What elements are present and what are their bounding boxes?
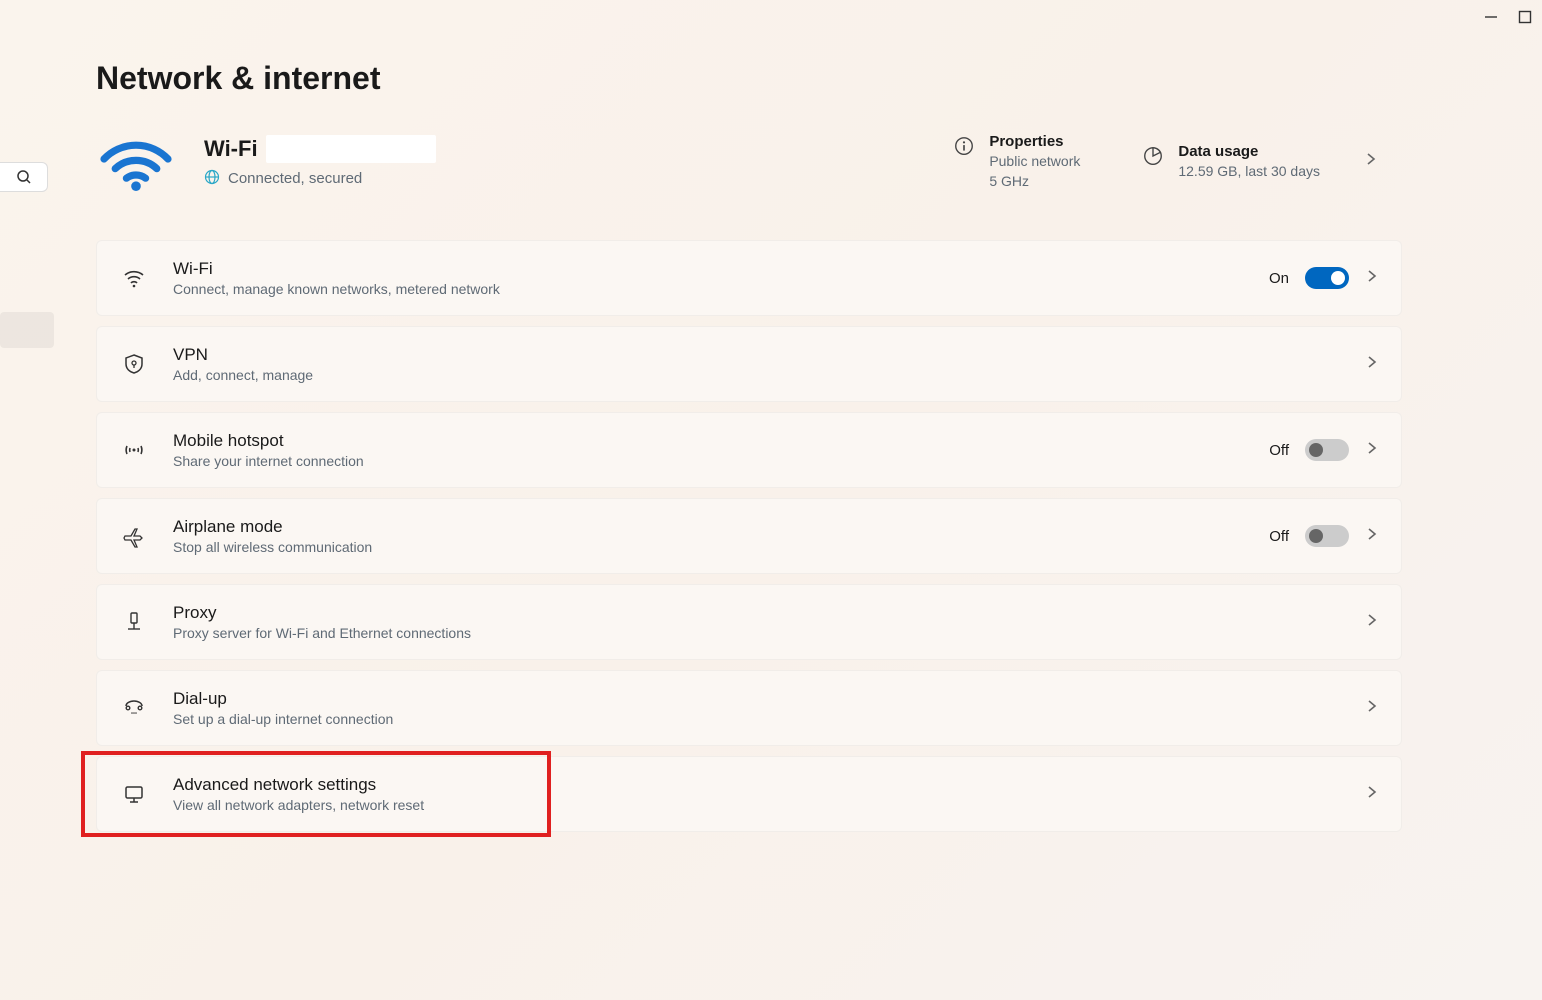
vpn-title: VPN — [173, 345, 1341, 365]
proxy-setting-row[interactable]: Proxy Proxy server for Wi-Fi and Etherne… — [96, 584, 1402, 660]
sidebar-selected-indicator — [0, 312, 54, 348]
vpn-setting-row[interactable]: VPN Add, connect, manage — [96, 326, 1402, 402]
chevron-right-icon — [1364, 152, 1378, 171]
data-usage-link[interactable]: Data usage 12.59 GB, last 30 days — [1118, 143, 1402, 180]
connection-status: Connected, secured — [228, 170, 362, 187]
chevron-right-icon — [1365, 613, 1379, 632]
maximize-button[interactable] — [1518, 10, 1532, 24]
wifi-large-icon — [96, 127, 176, 196]
properties-line2: 5 GHz — [989, 172, 1080, 190]
chevron-right-icon — [1365, 269, 1379, 288]
airplane-toggle[interactable] — [1305, 525, 1349, 547]
advanced-network-row[interactable]: Advanced network settings View all netwo… — [96, 756, 1402, 832]
chevron-right-icon — [1365, 699, 1379, 718]
dialup-sub: Set up a dial-up internet connection — [173, 711, 1341, 727]
data-usage-title: Data usage — [1178, 143, 1320, 160]
hotspot-icon — [119, 438, 149, 462]
wifi-icon — [119, 266, 149, 290]
globe-icon — [204, 169, 220, 189]
dialup-title: Dial-up — [173, 689, 1341, 709]
search-icon — [16, 169, 32, 185]
wifi-setting-row[interactable]: Wi-Fi Connect, manage known networks, me… — [96, 240, 1402, 316]
airplane-icon — [119, 524, 149, 548]
properties-title: Properties — [989, 133, 1080, 150]
vpn-sub: Add, connect, manage — [173, 367, 1341, 383]
chevron-right-icon — [1365, 355, 1379, 374]
minimize-button[interactable] — [1484, 10, 1498, 24]
dialup-icon — [119, 696, 149, 720]
connection-name: Wi-Fi — [204, 136, 258, 162]
airplane-toggle-label: Off — [1269, 528, 1289, 545]
dialup-setting-row[interactable]: Dial-up Set up a dial-up internet connec… — [96, 670, 1402, 746]
network-ssid-redacted — [266, 135, 436, 163]
search-button[interactable] — [0, 162, 48, 192]
advanced-title: Advanced network settings — [173, 775, 1341, 795]
properties-line1: Public network — [989, 152, 1080, 170]
wifi-toggle[interactable] — [1305, 267, 1349, 289]
chevron-right-icon — [1365, 785, 1379, 804]
chevron-right-icon — [1365, 441, 1379, 460]
airplane-sub: Stop all wireless communication — [173, 539, 1245, 555]
network-status-row: Wi-Fi Connected, secured Properties Publ… — [96, 127, 1402, 196]
wifi-toggle-label: On — [1269, 270, 1289, 287]
pie-chart-icon — [1142, 145, 1164, 172]
airplane-title: Airplane mode — [173, 517, 1245, 537]
monitor-icon — [119, 782, 149, 806]
properties-link[interactable]: Properties Public network 5 GHz — [929, 133, 1104, 190]
hotspot-toggle-label: Off — [1269, 442, 1289, 459]
wifi-sub: Connect, manage known networks, metered … — [173, 281, 1245, 297]
airplane-setting-row[interactable]: Airplane mode Stop all wireless communic… — [96, 498, 1402, 574]
wifi-title: Wi-Fi — [173, 259, 1245, 279]
info-icon — [953, 135, 975, 162]
data-usage-line1: 12.59 GB, last 30 days — [1178, 162, 1320, 180]
proxy-title: Proxy — [173, 603, 1341, 623]
proxy-icon — [119, 610, 149, 634]
advanced-sub: View all network adapters, network reset — [173, 797, 1341, 813]
hotspot-setting-row[interactable]: Mobile hotspot Share your internet conne… — [96, 412, 1402, 488]
hotspot-sub: Share your internet connection — [173, 453, 1245, 469]
chevron-right-icon — [1365, 527, 1379, 546]
page-title: Network & internet — [96, 60, 1402, 97]
shield-icon — [119, 352, 149, 376]
proxy-sub: Proxy server for Wi-Fi and Ethernet conn… — [173, 625, 1341, 641]
hotspot-toggle[interactable] — [1305, 439, 1349, 461]
hotspot-title: Mobile hotspot — [173, 431, 1245, 451]
